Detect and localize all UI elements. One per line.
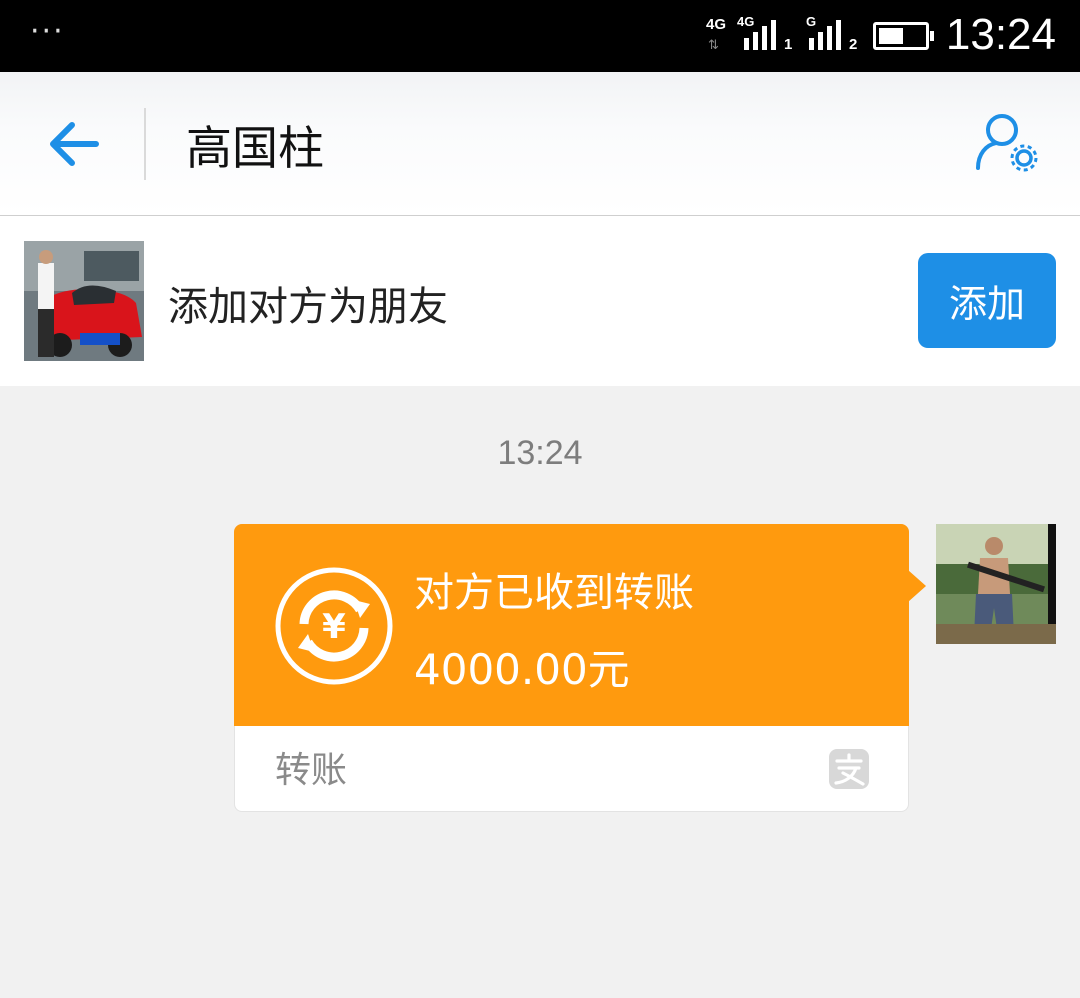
user-settings-icon bbox=[976, 114, 1038, 172]
network-type-label: 4G bbox=[706, 16, 727, 33]
transfer-amount: 4000.00元 bbox=[414, 645, 630, 694]
alipay-icon bbox=[829, 749, 869, 789]
contact-avatar[interactable] bbox=[24, 241, 144, 361]
svg-text:¥: ¥ bbox=[322, 607, 346, 647]
back-arrow-icon bbox=[50, 122, 99, 166]
my-avatar[interactable] bbox=[936, 524, 1056, 644]
add-friend-button[interactable]: 添加 bbox=[918, 253, 1056, 348]
signal-strength-icon-1 bbox=[744, 20, 776, 50]
back-button[interactable] bbox=[44, 114, 104, 174]
battery-level bbox=[879, 28, 903, 44]
bubble-tail bbox=[908, 570, 926, 602]
add-friend-bar: 添加对方为朋友 添加 bbox=[0, 216, 1080, 386]
header-divider bbox=[144, 108, 146, 180]
transfer-card-header: ¥ 对方已收到转账 4000.00元 bbox=[234, 524, 909, 726]
page-title: 高国柱 bbox=[186, 121, 324, 175]
add-friend-prompt: 添加对方为朋友 bbox=[168, 284, 448, 330]
overflow-dots: ··· bbox=[30, 14, 65, 49]
status-bar: ··· 4G ⇅ 4G 1 G 2 13:24 bbox=[0, 0, 1080, 72]
transfer-status: 对方已收到转账 bbox=[414, 570, 694, 616]
sim-2-label: 2 bbox=[849, 36, 858, 53]
profile-settings-button[interactable] bbox=[972, 112, 1044, 178]
battery-icon bbox=[873, 22, 934, 50]
transfer-received-icon: ¥ bbox=[275, 567, 393, 685]
data-arrows-icon: ⇅ bbox=[708, 38, 719, 53]
message-timestamp: 13:24 bbox=[497, 434, 583, 472]
contact-photo-image bbox=[24, 241, 144, 361]
transfer-message-card[interactable]: ¥ 对方已收到转账 4000.00元 转账 bbox=[234, 524, 926, 812]
sim-1-label: 1 bbox=[784, 36, 793, 53]
my-avatar-image bbox=[936, 524, 1056, 644]
transfer-type-label: 转账 bbox=[275, 750, 348, 791]
signal-strength-icon-2 bbox=[809, 20, 841, 50]
status-time: 13:24 bbox=[945, 10, 1056, 59]
chat-header: 高国柱 bbox=[0, 72, 1080, 216]
